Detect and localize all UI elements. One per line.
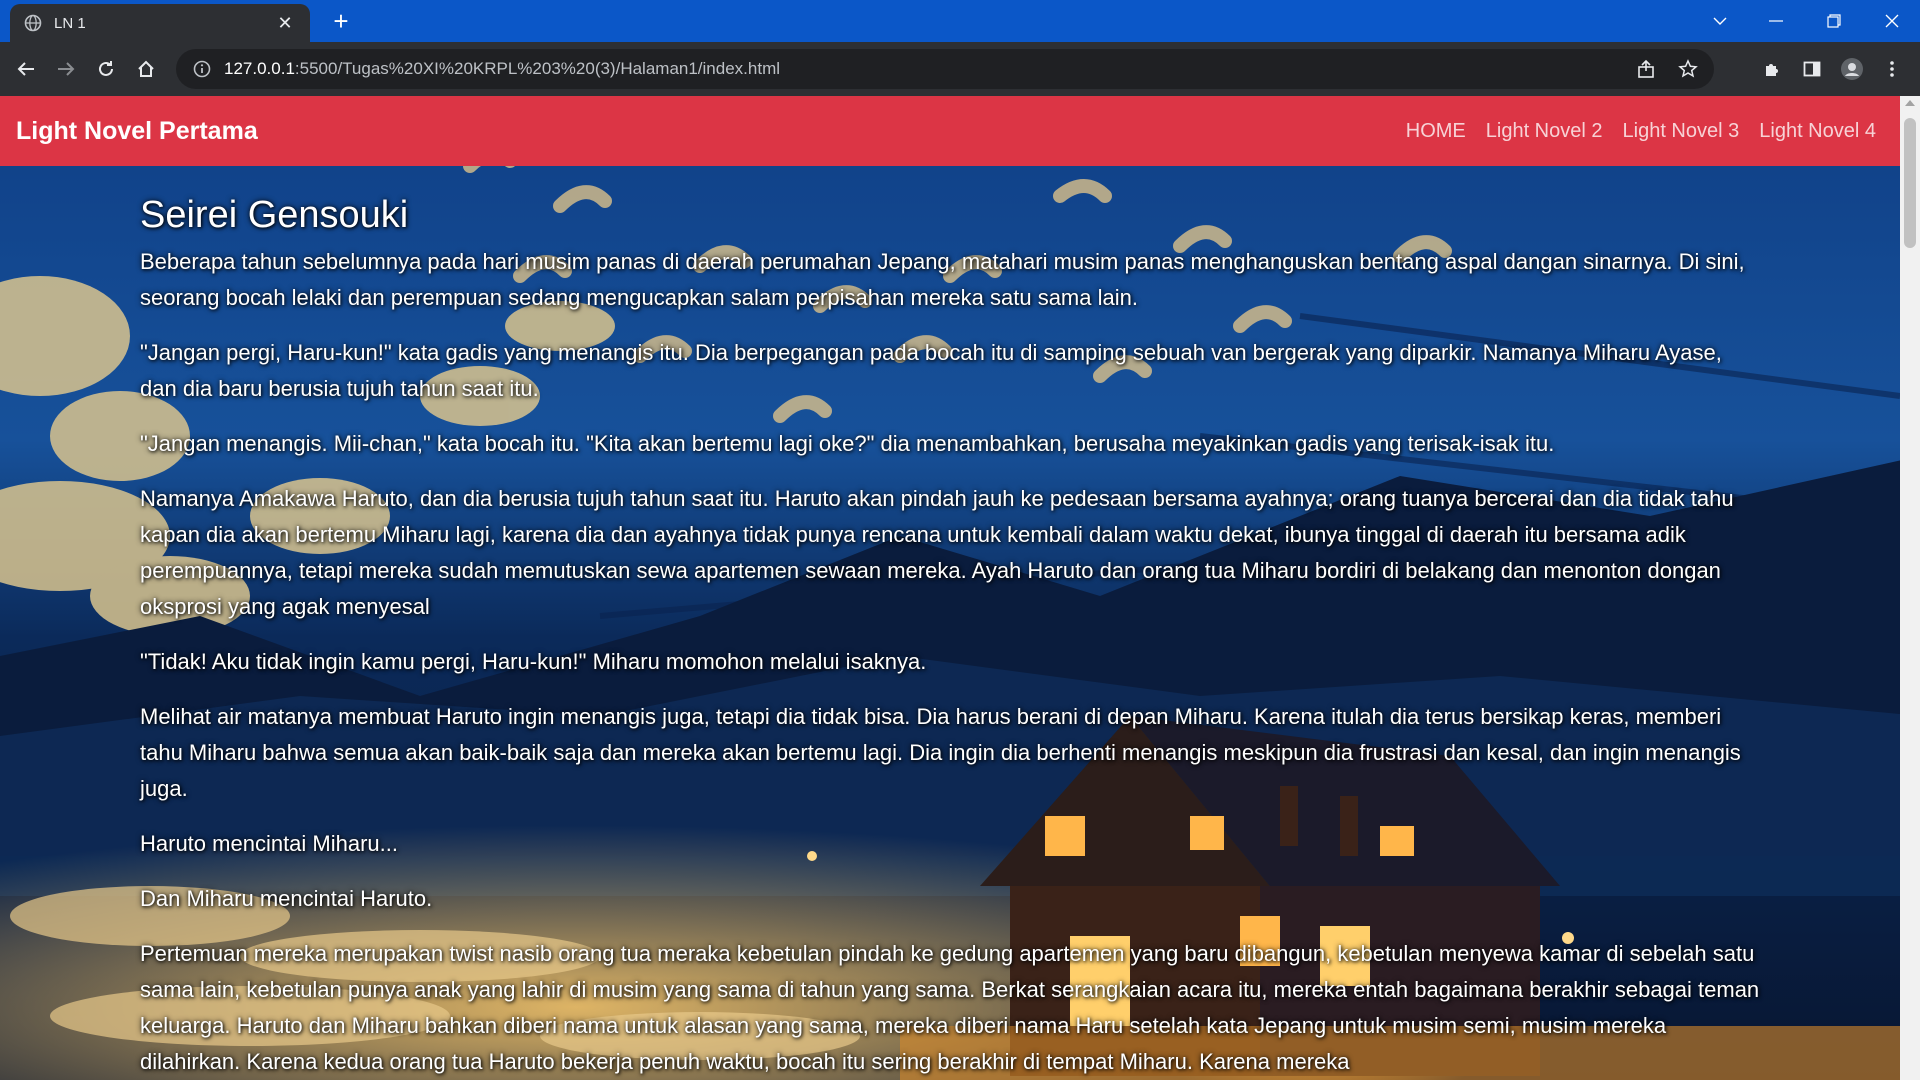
close-tab-icon[interactable]: ✕	[274, 13, 296, 34]
url-text: 127.0.0.1:5500/Tugas%20XI%20KRPL%203%20(…	[224, 59, 780, 79]
site-info-icon[interactable]	[192, 59, 212, 79]
home-icon[interactable]	[130, 53, 162, 85]
url-host: 127.0.0.1	[224, 59, 295, 78]
reload-icon[interactable]	[90, 53, 122, 85]
site-navbar: Light Novel Pertama HOME Light Novel 2 L…	[0, 96, 1900, 166]
tab-title: LN 1	[54, 14, 86, 32]
navbar-brand[interactable]: Light Novel Pertama	[16, 117, 258, 146]
nav-link-light-novel-2[interactable]: Light Novel 2	[1486, 120, 1603, 143]
article-paragraph: Namanya Amakawa Haruto, dan dia berusia …	[140, 486, 1734, 619]
article-paragraph: Pertemuan mereka merupakan twist nasib o…	[140, 941, 1760, 1074]
address-bar[interactable]: 127.0.0.1:5500/Tugas%20XI%20KRPL%203%20(…	[176, 49, 1714, 89]
page-viewport: Light Novel Pertama HOME Light Novel 2 L…	[0, 96, 1920, 1080]
article-content: Seirei Gensouki Beberapa tahun sebelumny…	[140, 192, 1762, 1080]
tab-strip: LN 1 ✕ +	[0, 0, 1920, 42]
scroll-up-arrow-icon[interactable]	[1905, 100, 1915, 106]
browser-toolbar: 127.0.0.1:5500/Tugas%20XI%20KRPL%203%20(…	[0, 42, 1920, 96]
browser-tab[interactable]: LN 1 ✕	[10, 4, 310, 42]
article-title: Seirei Gensouki	[140, 194, 409, 236]
side-panel-icon[interactable]	[1796, 53, 1828, 85]
extensions-puzzle-icon[interactable]	[1756, 53, 1788, 85]
vertical-scrollbar[interactable]	[1900, 96, 1920, 1080]
close-window-button[interactable]	[1864, 0, 1920, 42]
article-paragraph: "Tidak! Aku tidak ingin kamu pergi, Haru…	[140, 649, 927, 674]
article-paragraph: Haruto mencintai Miharu...	[140, 831, 398, 856]
new-tab-button[interactable]: +	[326, 7, 356, 37]
nav-link-home[interactable]: HOME	[1406, 120, 1466, 143]
article-paragraph: Beberapa tahun sebelumnya pada hari musi…	[140, 249, 1745, 310]
forward-arrow-icon[interactable]	[50, 53, 82, 85]
nav-link-light-novel-3[interactable]: Light Novel 3	[1623, 120, 1740, 143]
article-paragraph: "Jangan menangis. Mii-chan," kata bocah …	[140, 431, 1555, 456]
back-arrow-icon[interactable]	[10, 53, 42, 85]
article-paragraph: "Jangan pergi, Haru-kun!" kata gadis yan…	[140, 340, 1722, 401]
article-paragraph: Melihat air matanya membuat Haruto ingin…	[140, 704, 1741, 801]
scrollbar-thumb[interactable]	[1904, 118, 1916, 248]
more-menu-icon[interactable]	[1876, 53, 1908, 85]
profile-avatar[interactable]	[1836, 53, 1868, 85]
bookmark-star-icon[interactable]	[1676, 57, 1700, 81]
nav-link-light-novel-4[interactable]: Light Novel 4	[1759, 120, 1876, 143]
globe-icon	[24, 14, 42, 32]
tab-search-chevron-icon[interactable]	[1692, 0, 1748, 42]
minimize-button[interactable]	[1748, 0, 1804, 42]
share-icon[interactable]	[1634, 57, 1658, 81]
url-path: :5500/Tugas%20XI%20KRPL%203%20(3)/Halama…	[294, 59, 781, 78]
restore-button[interactable]	[1806, 0, 1862, 42]
navbar-links: HOME Light Novel 2 Light Novel 3 Light N…	[1406, 120, 1884, 143]
article-paragraph: Dan Miharu mencintai Haruto.	[140, 886, 433, 911]
